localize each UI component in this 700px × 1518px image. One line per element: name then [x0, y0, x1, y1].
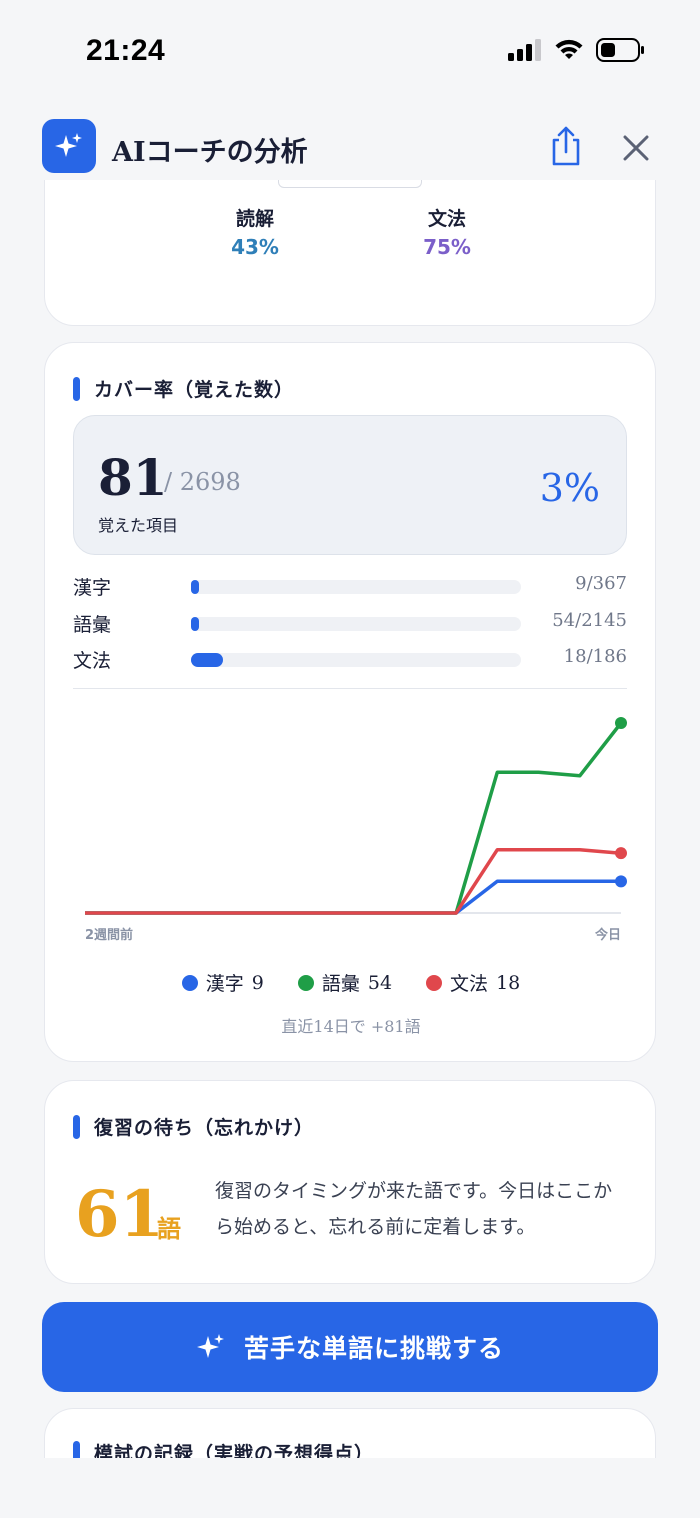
progress-track: [191, 617, 521, 631]
review-description: 復習のタイミングが来た語です。今日はここから始めると、忘れる前に定着します。: [215, 1180, 613, 1238]
coverage-summary: 81 / 2698 覚えた項目 3%: [73, 415, 627, 555]
legend-label: 語彙: [321, 973, 360, 995]
chart-legend: 漢字 9 語彙 54 文法 18: [45, 969, 657, 996]
progress-label: 漢字: [73, 577, 112, 599]
section-title: 復習の待ち（忘れかけ）: [73, 1113, 314, 1140]
app-header: AIコーチの分析: [0, 110, 700, 182]
progress-track: [191, 580, 521, 594]
skill-label: 文法: [427, 208, 466, 230]
coverage-title: カバー率（覚えた数）: [94, 379, 295, 401]
page-title: AIコーチの分析: [112, 137, 308, 168]
legend-item-kanji: 漢字 9: [181, 969, 264, 996]
skill-grammar: 文法 75%: [392, 204, 502, 259]
legend-dot: [297, 974, 314, 991]
review-title: 復習の待ち（忘れかけ）: [94, 1117, 315, 1139]
learned-count: 81: [98, 448, 168, 507]
legend-dot: [426, 974, 443, 991]
series-end-point-1: [615, 717, 627, 729]
series-end-point-2: [615, 847, 627, 860]
skill-value: 75%: [423, 235, 471, 259]
x-tick-label-end: 今日: [594, 927, 621, 943]
progress-track: [191, 653, 521, 667]
close-icon: [623, 135, 649, 161]
challenge-weak-words-button[interactable]: 苦手な単語に挑戦する: [42, 1302, 658, 1392]
cta-label: 苦手な単語に挑戦する: [243, 1334, 504, 1363]
ai-sparkle-app-icon: [42, 119, 96, 173]
review-card: 復習の待ち（忘れかけ） 61 語 復習のタイミングが来た語です。今日はここから始…: [44, 1080, 656, 1284]
legend-value: 54: [367, 971, 393, 994]
coverage-card: カバー率（覚えた数） 81 / 2698 覚えた項目 3% 漢字 9/367 語…: [44, 342, 656, 1062]
section-title: カバー率（覚えた数）: [73, 375, 294, 402]
legend-label: 文法: [450, 973, 489, 995]
legend-item-vocab: 語彙 54: [297, 969, 393, 996]
skill-value: 43%: [231, 235, 279, 259]
battery-icon: [596, 38, 644, 62]
progress-row-vocab: 語彙 54/2145: [73, 608, 627, 638]
legend-value: 9: [251, 971, 264, 994]
share-icon: [552, 126, 580, 166]
sparkle-icon: [196, 1334, 224, 1358]
section-accent: [73, 376, 80, 401]
cellular-signal-icon: [508, 39, 541, 61]
sparkle-icon: [55, 133, 82, 157]
bottom-safe-area: [0, 1458, 700, 1518]
progress-label: 文法: [73, 650, 112, 672]
status-icons: [508, 38, 644, 62]
progress-row-grammar: 文法 18/186: [73, 644, 627, 674]
progress-row-kanji: 漢字 9/367: [73, 571, 627, 601]
section-accent: [73, 1114, 80, 1139]
close-button[interactable]: [616, 128, 656, 168]
progress-fill: [191, 653, 223, 667]
legend-value: 18: [496, 971, 521, 994]
skill-reading: 読解 43%: [200, 204, 310, 259]
learned-label: 覚えた項目: [98, 516, 179, 535]
series-line-0: [85, 879, 621, 915]
review-count: 61: [75, 1177, 165, 1252]
review-unit: 語: [157, 1214, 181, 1243]
progress-count: 9/367: [575, 573, 627, 594]
recent-delta: 直近14日で +81語: [281, 1017, 421, 1036]
progress-fill: [191, 617, 200, 631]
x-tick-label-start: 2週間前: [85, 927, 133, 943]
progress-count: 18/186: [563, 646, 627, 667]
series-line-1: [85, 721, 623, 915]
total-count: / 2698: [164, 468, 241, 496]
status-bar: 21:24: [0, 0, 700, 100]
legend-label: 漢字: [205, 973, 244, 995]
share-button[interactable]: [546, 124, 586, 168]
status-time: 21:24: [86, 34, 166, 67]
legend-item-grammar: 文法 18: [426, 969, 520, 996]
wifi-icon: [555, 39, 583, 59]
skill-label: 読解: [235, 208, 274, 230]
progress-label: 語彙: [73, 614, 112, 636]
coverage-percent: 3%: [539, 466, 600, 510]
progress-count: 54/2145: [552, 610, 627, 631]
series-end-point-0: [615, 875, 627, 888]
legend-dot: [181, 974, 198, 991]
coverage-line-chart: 2週間前 今日: [85, 717, 627, 943]
progress-fill: [191, 580, 200, 594]
